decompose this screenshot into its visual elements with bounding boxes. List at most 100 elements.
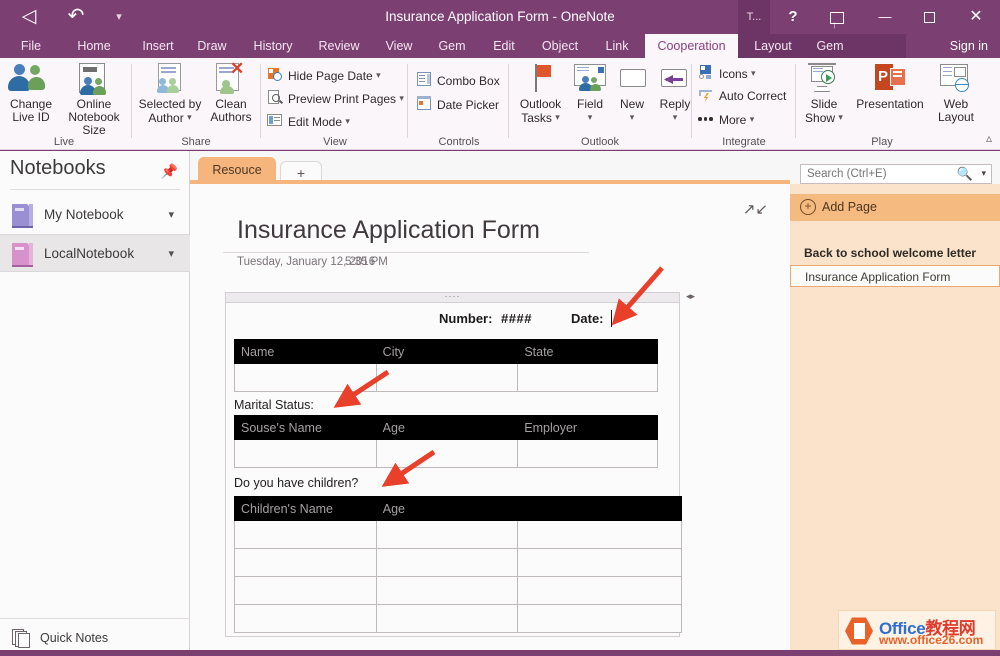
tab-gem[interactable]: Gem (430, 34, 474, 58)
chevron-down-icon[interactable]: ▾ (673, 112, 678, 122)
search-input[interactable] (805, 165, 955, 183)
cell-child-name-1[interactable] (235, 521, 377, 549)
slide-show-label-1: Slide (800, 98, 848, 111)
tab-view[interactable]: View (375, 34, 423, 58)
edit-mode-button[interactable]: Edit Mode ▾ (267, 110, 350, 132)
table-row[interactable] (235, 364, 658, 392)
tab-insert[interactable]: Insert (133, 34, 183, 58)
cell-child-age-2[interactable] (376, 549, 518, 577)
presentation-button[interactable]: P Presentation (850, 62, 930, 111)
online-notebook-size-button[interactable]: Online Notebook Size (62, 62, 126, 137)
cell-child-blank-1[interactable] (518, 521, 682, 549)
cell-child-name-2[interactable] (235, 549, 377, 577)
cell-souses-name[interactable] (235, 440, 377, 468)
outlook-tasks-label-2-text: Tasks (521, 111, 552, 125)
page-list-item-back-to-school[interactable]: Back to school welcome letter (790, 242, 1000, 264)
cell-child-blank-3[interactable] (518, 577, 682, 605)
minimize-button[interactable]: — (866, 0, 904, 34)
chevron-down-icon[interactable]: ▾ (187, 112, 192, 122)
table-row[interactable] (235, 605, 682, 633)
date-picker-button[interactable]: Date Picker (416, 94, 499, 116)
chevron-down-icon[interactable]: ▾ (345, 116, 350, 126)
table-children-info[interactable]: Children's Name Age (234, 496, 682, 633)
cell-child-blank-2[interactable] (518, 549, 682, 577)
tab-layout[interactable]: Layout (746, 34, 800, 58)
tab-history[interactable]: History (243, 34, 303, 58)
new-mail-caret[interactable]: ▾ (612, 111, 652, 125)
note-container[interactable]: ···· ◂▸ Number: #### Date: Name City Sta… (225, 292, 680, 637)
page-title[interactable]: Insurance Application Form (237, 216, 540, 245)
tab-object[interactable]: Object (533, 34, 587, 58)
search-icon[interactable]: 🔍 (957, 166, 973, 182)
tell-me-box[interactable]: T... (738, 0, 770, 34)
auto-correct-button[interactable]: Auto Correct (698, 85, 786, 107)
cell-child-name-3[interactable] (235, 577, 377, 605)
people-icon (4, 62, 58, 96)
notebook-item-my-notebook[interactable]: My Notebook ▾ (0, 196, 190, 234)
chevron-down-icon[interactable]: ▾ (630, 112, 635, 122)
table-row[interactable] (235, 549, 682, 577)
close-button[interactable]: ✕ (954, 0, 998, 34)
sign-in-link[interactable]: Sign in (950, 34, 988, 58)
notebook-item-localnotebook[interactable]: LocalNotebook ▾ (0, 234, 190, 272)
chevron-down-icon[interactable]: ▾ (838, 112, 843, 122)
table-row[interactable] (235, 577, 682, 605)
tab-link[interactable]: Link (596, 34, 638, 58)
maximize-button[interactable] (910, 0, 948, 34)
chevron-down-icon[interactable]: ▾ (168, 196, 174, 234)
hide-page-date-button[interactable]: Hide Page Date ▾ (267, 64, 381, 86)
page-list-item-insurance-application-form[interactable]: Insurance Application Form (790, 265, 1000, 287)
outlook-tasks-button[interactable]: Outlook Tasks ▾ (513, 62, 568, 125)
tab-draw[interactable]: Draw (188, 34, 236, 58)
ribbon-display-options-icon[interactable] (818, 0, 856, 34)
tab-edit[interactable]: Edit (482, 34, 526, 58)
cell-child-age-1[interactable] (376, 521, 518, 549)
chevron-down-icon[interactable]: ▾ (376, 70, 381, 80)
pin-icon[interactable]: 📌 (161, 163, 178, 180)
chevron-down-icon[interactable]: ▾ (555, 112, 560, 122)
chevron-down-icon[interactable]: ▾ (168, 235, 174, 273)
tab-gem-2[interactable]: Gem (808, 34, 852, 58)
cell-child-name-4[interactable] (235, 605, 377, 633)
search-box[interactable]: 🔍 ▾ (800, 164, 992, 184)
more-button[interactable]: More ▾ (698, 108, 754, 130)
tab-file[interactable]: File (14, 34, 48, 58)
cell-employer[interactable] (518, 440, 658, 468)
expand-page-icon[interactable]: ↗↙ (743, 200, 768, 218)
field-button[interactable]: Field ▾ (569, 62, 611, 125)
cell-child-age-4[interactable] (376, 605, 518, 633)
collapse-ribbon-icon[interactable]: ▵ (986, 131, 992, 145)
slide-show-button[interactable]: Slide Show ▾ (800, 62, 848, 125)
page-time[interactable]: 5:35 PM (345, 256, 388, 268)
children-question-label[interactable]: Do you have children? (234, 476, 358, 490)
chevron-down-icon[interactable]: ▾ (981, 168, 986, 179)
help-button[interactable]: ? (774, 0, 812, 34)
table-personal-info[interactable]: Name City State (234, 339, 658, 392)
selected-by-author-button[interactable]: Selected by Author ▾ (136, 62, 204, 125)
chevron-down-icon[interactable]: ▾ (588, 112, 593, 122)
note-resize-handle[interactable]: ◂▸ (686, 291, 695, 302)
field-caret[interactable]: ▾ (569, 111, 611, 125)
cell-child-age-3[interactable] (376, 577, 518, 605)
web-layout-button[interactable]: Web Layout (932, 62, 980, 124)
chevron-down-icon[interactable]: ▾ (750, 114, 755, 124)
table-row[interactable] (235, 521, 682, 549)
tab-cooperation[interactable]: Cooperation (645, 34, 738, 58)
tab-review[interactable]: Review (310, 34, 368, 58)
preview-print-pages-button[interactable]: Preview Print Pages ▾ (267, 87, 404, 109)
clean-authors-button[interactable]: ✕ Clean Authors (206, 62, 256, 124)
new-mail-button[interactable]: New ▾ (612, 62, 652, 125)
combo-box-button[interactable]: Combo Box (416, 70, 500, 92)
change-live-id-button[interactable]: Change Live ID (4, 62, 58, 124)
add-page-button[interactable]: + Add Page (790, 194, 1000, 221)
icons-button[interactable]: Icons ▾ (698, 62, 756, 84)
chevron-down-icon[interactable]: ▾ (399, 93, 404, 103)
chevron-down-icon[interactable]: ▾ (751, 68, 756, 78)
marital-status-label[interactable]: Marital Status: (234, 398, 314, 412)
page-canvas[interactable]: ↗↙ Insurance Application Form Tuesday, J… (190, 184, 790, 656)
cell-child-blank-4[interactable] (518, 605, 682, 633)
add-page-label: Add Page (822, 194, 877, 221)
number-value[interactable]: #### (501, 311, 532, 326)
tab-home[interactable]: Home (62, 34, 126, 58)
cell-state[interactable] (518, 364, 658, 392)
